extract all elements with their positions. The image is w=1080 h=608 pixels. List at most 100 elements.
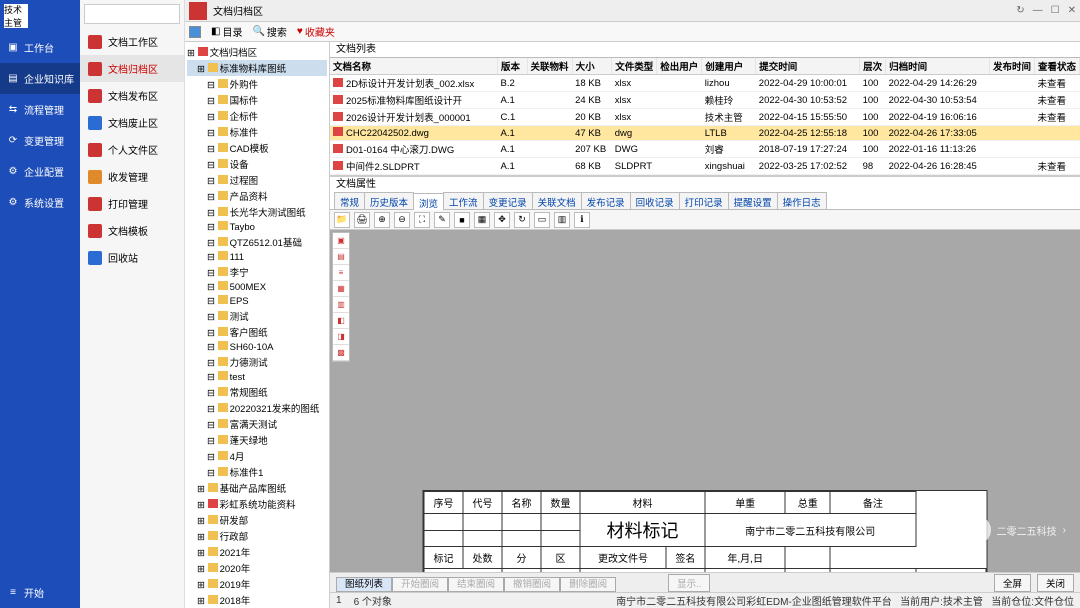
catalog-btn[interactable]: ◧目录 <box>211 24 242 39</box>
maximize-icon[interactable]: ☐ <box>1051 5 1060 16</box>
midnav-8[interactable]: 回收站 <box>80 244 184 271</box>
tree-node[interactable]: ⊟ 111 <box>187 250 327 264</box>
folder-tree[interactable]: ⊞ 文档归档区⊞ 标准物料库图纸⊟ 外购件⊟ 国标件⊟ 企标件⊟ 标准件⊟ CA… <box>185 42 330 608</box>
midnav-7[interactable]: 文档模板 <box>80 217 184 244</box>
tree-node[interactable]: ⊞ 2019年 <box>187 576 327 592</box>
table-row[interactable]: CHC22042502.dwgA.147 KBdwgLTLB2022-04-25… <box>330 126 1080 141</box>
tool-folder-icon[interactable]: 📁 <box>334 212 350 228</box>
tree-node[interactable]: ⊟ test <box>187 370 327 384</box>
tree-node[interactable]: ⊟ 20220321发来的图纸 <box>187 400 327 416</box>
col-header[interactable]: 大小 <box>572 58 612 75</box>
leftnav-0[interactable]: ▣工作台 <box>0 32 80 63</box>
tree-node[interactable]: ⊟ 李宁 <box>187 264 327 280</box>
col-header[interactable]: 创建用户 <box>702 58 756 75</box>
search-btn[interactable]: 🔍搜索 <box>252 24 286 39</box>
tree-node[interactable]: ⊟ 蓬天绿地 <box>187 432 327 448</box>
col-header[interactable]: 归档时间 <box>886 58 990 75</box>
tree-node[interactable]: ⊞ 2018年 <box>187 592 327 608</box>
tree-node[interactable]: ⊟ 外购件 <box>187 76 327 92</box>
leftnav-3[interactable]: ⟳变更管理 <box>0 125 80 156</box>
table-row[interactable]: 2D标设计开发计划表_002.xlsxB.218 KBxlsxlizhou202… <box>330 75 1080 92</box>
tab-9[interactable]: 提醒设置 <box>728 192 778 209</box>
tree-node[interactable]: ⊟ 标准件 <box>187 124 327 140</box>
leftnav-4[interactable]: ⚙企业配置 <box>0 156 80 187</box>
tree-node[interactable]: ⊞ 文档归档区 <box>187 44 327 60</box>
tree-node[interactable]: ⊟ 长光华大测试图纸 <box>187 204 327 220</box>
tree-node[interactable]: ⊟ 标准件1 <box>187 464 327 480</box>
tool-move-icon[interactable]: ✥ <box>494 212 510 228</box>
tree-node[interactable]: ⊟ 4月 <box>187 448 327 464</box>
tree-node[interactable]: ⊟ 客户图纸 <box>187 324 327 340</box>
tree-node[interactable]: ⊟ QTZ6512.01基础 <box>187 234 327 250</box>
col-header[interactable]: 关联物料 <box>527 58 572 75</box>
tree-node[interactable]: ⊟ EPS <box>187 294 327 308</box>
midnav-2[interactable]: 文档发布区 <box>80 82 184 109</box>
tool-zoom-out-icon[interactable]: ⊖ <box>394 212 410 228</box>
tree-node[interactable]: ⊟ 常规图纸 <box>187 384 327 400</box>
tree-node[interactable]: ⊟ 产品资料 <box>187 188 327 204</box>
tree-node[interactable]: ⊟ 设备 <box>187 156 327 172</box>
midnav-4[interactable]: 个人文件区 <box>80 136 184 163</box>
refresh-icon[interactable]: ↻ <box>1016 5 1024 16</box>
tool-layers-icon[interactable]: ▦ <box>474 212 490 228</box>
drawing-preview[interactable]: ▣▤≡▦▥◧◨▩ 序号代号名称数量材料单重总重备注 材料标记南宁市二零二五科技有… <box>330 230 1080 572</box>
tab-0[interactable]: 常规 <box>334 192 365 209</box>
nav-search-input[interactable] <box>84 4 180 24</box>
tree-node[interactable]: ⊟ Taybo <box>187 220 327 234</box>
tool-rotate-icon[interactable]: ↻ <box>514 212 530 228</box>
tree-node[interactable]: ⊞ 2021年 <box>187 544 327 560</box>
tab-10[interactable]: 操作日志 <box>777 192 827 209</box>
midnav-5[interactable]: 收发管理 <box>80 163 184 190</box>
tool-pen-icon[interactable]: ✎ <box>434 212 450 228</box>
catalog-toggle[interactable] <box>189 26 201 38</box>
table-row[interactable]: 2026设计开发计划表_000001C.120 KBxlsx技术主管2022-0… <box>330 109 1080 126</box>
table-row[interactable]: 2025标准物料库图纸设计开A.124 KBxlsx赖桂玲2022-04-30 … <box>330 92 1080 109</box>
leftnav-1[interactable]: ▤企业知识库 <box>0 63 80 94</box>
tool-print-icon[interactable]: 🖨 <box>354 212 370 228</box>
tab-2[interactable]: 浏览 <box>413 193 444 210</box>
tree-node[interactable]: ⊟ 富满天测试 <box>187 416 327 432</box>
tab-7[interactable]: 回收记录 <box>630 192 680 209</box>
tab-4[interactable]: 变更记录 <box>483 192 533 209</box>
tree-node[interactable]: ⊟ 企标件 <box>187 108 327 124</box>
close-icon[interactable]: ✕ <box>1068 5 1076 16</box>
midnav-6[interactable]: 打印管理 <box>80 190 184 217</box>
tree-node[interactable]: ⊟ 力德测试 <box>187 354 327 370</box>
col-header[interactable]: 检出用户 <box>657 58 702 75</box>
col-header[interactable]: 层次 <box>860 58 886 75</box>
file-list[interactable]: 文档名称版本关联物料大小文件类型检出用户创建用户提交时间层次归档时间发布时间查看… <box>330 58 1080 176</box>
tree-node[interactable]: ⊞ 研发部 <box>187 512 327 528</box>
leftnav-5[interactable]: ⚙系统设置 <box>0 187 80 218</box>
fullscreen-btn[interactable]: 全屏 <box>994 574 1031 592</box>
tree-node[interactable]: ⊟ 国标件 <box>187 92 327 108</box>
tree-node[interactable]: ⊟ 测试 <box>187 308 327 324</box>
tool-color-icon[interactable]: ■ <box>454 212 470 228</box>
tab-6[interactable]: 发布记录 <box>581 192 631 209</box>
tool-zoom-in-icon[interactable]: ⊕ <box>374 212 390 228</box>
tree-node[interactable]: ⊞ 基础产品库图纸 <box>187 480 327 496</box>
col-header[interactable]: 提交时间 <box>756 58 860 75</box>
tree-node[interactable]: ⊞ 彩虹系统功能资料 <box>187 496 327 512</box>
start-button[interactable]: ≡ 开始 <box>0 577 80 608</box>
tab-5[interactable]: 关联文档 <box>532 192 582 209</box>
favorites-btn[interactable]: ♥收藏夹 <box>297 24 335 39</box>
col-header[interactable]: 版本 <box>498 58 528 75</box>
col-header[interactable]: 文档名称 <box>330 58 498 75</box>
tree-node[interactable]: ⊟ SH60-10A <box>187 340 327 354</box>
midnav-3[interactable]: 文档废止区 <box>80 109 184 136</box>
midnav-0[interactable]: 文档工作区 <box>80 28 184 55</box>
tool-info-icon[interactable]: ℹ <box>574 212 590 228</box>
tool-select-icon[interactable]: ▭ <box>534 212 550 228</box>
col-header[interactable]: 查看状态 <box>1034 58 1079 75</box>
col-header[interactable]: 发布时间 <box>989 58 1034 75</box>
tree-node[interactable]: ⊟ 500MEX <box>187 280 327 294</box>
tree-node[interactable]: ⊞ 2020年 <box>187 560 327 576</box>
table-row[interactable]: 中间件2.SLDPRTA.168 KBSLDPRTxingshuai2022-0… <box>330 158 1080 175</box>
tree-node[interactable]: ⊞ 标准物料库图纸 <box>187 60 327 76</box>
tree-node[interactable]: ⊟ CAD模板 <box>187 140 327 156</box>
tool-fit-icon[interactable]: ⛶ <box>414 212 430 228</box>
midnav-1[interactable]: 文档归档区 <box>80 55 184 82</box>
minimize-icon[interactable]: — <box>1033 5 1043 16</box>
close-preview-btn[interactable]: 关闭 <box>1037 574 1074 592</box>
bottom-btn-0[interactable]: 图纸列表 <box>336 577 392 592</box>
